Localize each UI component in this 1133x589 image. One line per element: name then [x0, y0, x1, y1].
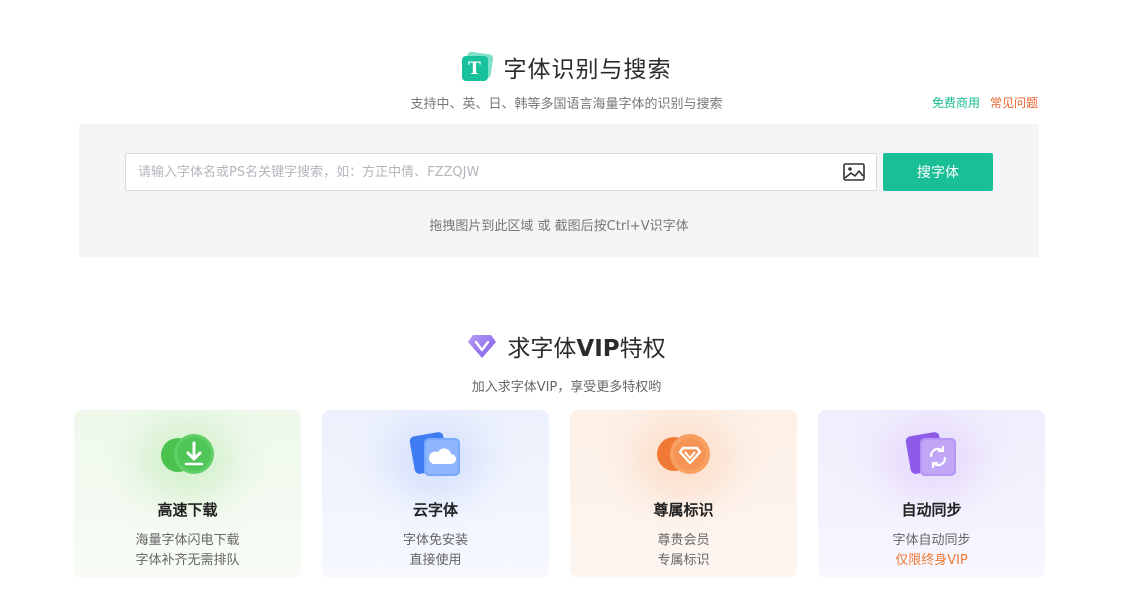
benefit-card-cloud-font[interactable]: 云字体 字体免安装 直接使用 [322, 410, 549, 578]
vip-diamond-icon [468, 335, 497, 358]
download-icon [160, 434, 214, 474]
benefit-desc-accent: 仅限终身VIP [895, 553, 968, 568]
benefit-title: 尊属标识 [653, 501, 714, 519]
cloud-icon [409, 432, 460, 476]
benefit-desc: 海量字体闪电下载 [135, 533, 240, 548]
font-logo-icon: T [461, 51, 494, 81]
benefit-card-fast-download[interactable]: 高速下载 海量字体闪电下载 字体补齐无需排队 [74, 410, 301, 578]
faq-link[interactable]: 常见问题 [990, 94, 1038, 111]
vip-section-subtitle: 加入求字体VIP，享受更多特权哟 [471, 380, 662, 395]
sync-icon [905, 432, 956, 476]
benefit-desc: 尊贵会员 [657, 533, 710, 548]
benefit-card-exclusive-badge[interactable]: 尊属标识 尊贵会员 专属标识 [570, 410, 797, 578]
vip-title-row: 求字体VIP特权 [0, 329, 1133, 363]
search-drop-zone[interactable]: 搜字体 拖拽图片到此区域 或 截图后按Ctrl+V识字体 [79, 124, 1039, 257]
benefit-card-auto-sync[interactable]: 自动同步 字体自动同步 仅限终身VIP [818, 410, 1045, 578]
badge-icon [656, 434, 710, 474]
page-title-row: T 字体识别与搜索 [0, 50, 1133, 84]
vip-section-title: 求字体VIP特权 [507, 336, 666, 362]
benefit-title: 云字体 [412, 501, 458, 519]
benefit-desc: 字体免安装 [402, 533, 468, 548]
search-input[interactable] [126, 154, 843, 190]
search-font-button[interactable]: 搜字体 [883, 153, 993, 191]
vip-benefit-cards: 高速下载 海量字体闪电下载 字体补齐无需排队 云字体 字体免安装 直接使用 尊属… [74, 410, 1045, 578]
benefit-desc: 字体自动同步 [892, 533, 971, 548]
benefit-desc: 字体补齐无需排队 [135, 553, 240, 568]
image-upload-icon[interactable] [843, 163, 865, 181]
free-commercial-link[interactable]: 免费商用 [932, 94, 980, 111]
benefit-desc: 直接使用 [409, 553, 462, 568]
search-box [125, 153, 877, 191]
benefit-title: 高速下载 [157, 501, 218, 519]
benefit-title: 自动同步 [901, 501, 962, 519]
page-title: 字体识别与搜索 [503, 57, 672, 83]
drop-hint: 拖拽图片到此区域 或 截图后按Ctrl+V识字体 [429, 219, 689, 234]
benefit-desc: 专属标识 [657, 553, 710, 568]
top-links: 免费商用 常见问题 [932, 94, 1038, 111]
